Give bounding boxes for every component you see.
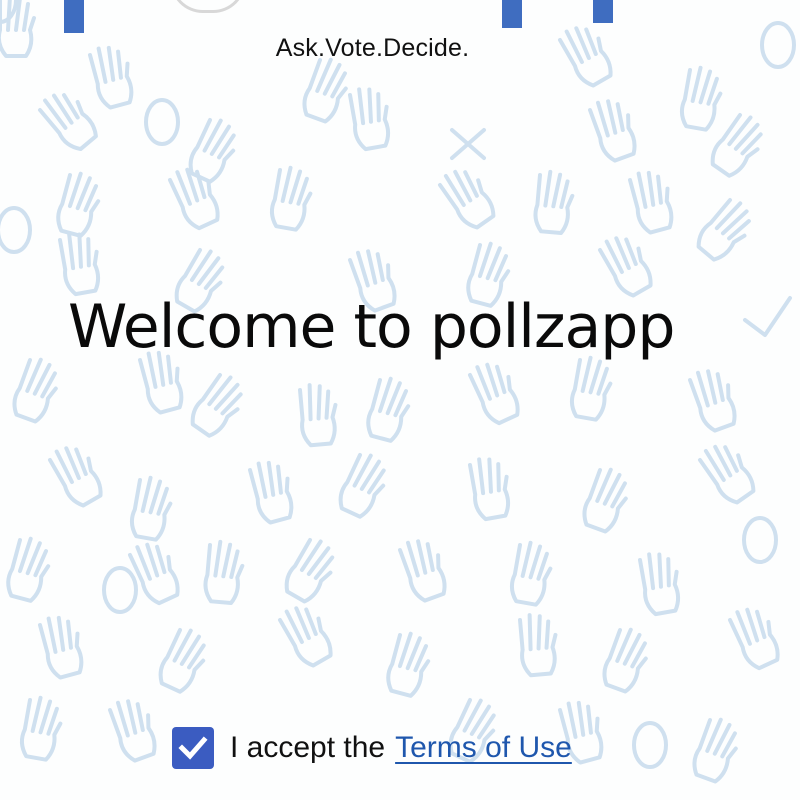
welcome-heading: Welcome to pollzapp — [68, 292, 675, 362]
terms-checkbox[interactable] — [172, 727, 214, 769]
checkmark-icon — [178, 736, 208, 760]
logo-bar-left — [64, 0, 84, 33]
hands-pattern-background — [0, 0, 796, 787]
logo-bar-middle — [502, 0, 522, 28]
terms-accept-text: I accept the — [230, 731, 386, 764]
terms-acceptance-row: I accept the Terms of Use — [172, 724, 572, 772]
logo-bar-right — [593, 0, 613, 23]
logo-arc — [170, 0, 246, 13]
tagline: Ask.Vote.Decide. — [275, 34, 470, 62]
terms-label: I accept the Terms of Use — [230, 731, 572, 765]
terms-of-use-link[interactable]: Terms of Use — [395, 731, 572, 765]
welcome-screen: Ask.Vote.Decide. Welcome to pollzapp I a… — [0, 0, 800, 800]
